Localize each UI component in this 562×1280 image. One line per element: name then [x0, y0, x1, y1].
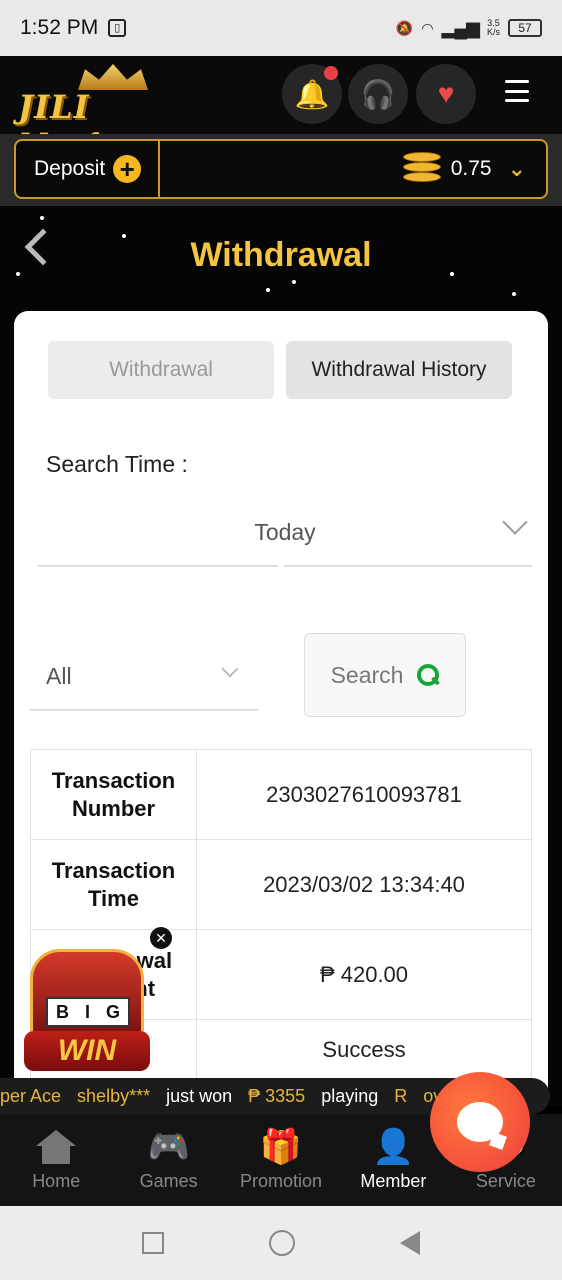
- nav-label: Promotion: [239, 1171, 323, 1191]
- close-icon[interactable]: ✕: [150, 927, 172, 949]
- status-bar: 1:52 PM ▯ 🔕 ◠ ▂▄▆ 3.5 K/s 57: [0, 0, 562, 56]
- tab-bar: Withdrawal Withdrawal History: [48, 341, 512, 399]
- nav-label: Home: [32, 1171, 81, 1191]
- chat-bubble-icon: [457, 1102, 503, 1142]
- time-range-select[interactable]: Today: [38, 501, 532, 567]
- reel-letter: B: [55, 1001, 69, 1022]
- transaction-time-value: 2023/03/02 13:34:40: [196, 839, 532, 930]
- coins-icon: [402, 150, 441, 188]
- recent-apps-icon[interactable]: [142, 1232, 165, 1254]
- tab-withdrawal[interactable]: Withdrawal: [48, 341, 274, 399]
- chat-fab-button[interactable]: [430, 1072, 530, 1172]
- transaction-number-value: 2303027610093781: [196, 749, 532, 840]
- nav-label: Member: [360, 1171, 427, 1191]
- balance-value: 0.75: [450, 157, 492, 180]
- battery-icon: 57: [508, 19, 542, 37]
- home-circle-icon[interactable]: [268, 1230, 295, 1256]
- home-icon: [33, 1127, 79, 1167]
- transaction-number-label: Transaction Number: [30, 749, 197, 840]
- notification-button[interactable]: 🔔: [282, 64, 342, 124]
- favorites-button[interactable]: ♥: [416, 64, 476, 124]
- system-nav-bar: [0, 1206, 562, 1280]
- search-icon: [417, 664, 440, 686]
- ticker-playing: playing: [321, 1085, 379, 1106]
- ticker-amount: ₱ 3355: [248, 1085, 306, 1106]
- slot-reels: B I G: [46, 997, 130, 1027]
- big-win-promo-badge[interactable]: B I G WIN ✕: [24, 927, 172, 1071]
- member-settings-icon: 👤: [372, 1128, 415, 1166]
- type-select[interactable]: All: [30, 641, 258, 711]
- transaction-time-label: Transaction Time: [30, 839, 197, 930]
- mute-notifications-icon: 🔕: [395, 19, 414, 36]
- gamepad-icon: 🎮: [147, 1128, 190, 1166]
- network-speed: 3.5 K/s: [487, 19, 500, 37]
- signal-icon: ▂▄▆: [441, 17, 480, 38]
- ticker-game: R: [394, 1085, 408, 1106]
- table-row: Transaction Number 2303027610093781: [30, 749, 532, 840]
- nav-home[interactable]: Home: [0, 1114, 112, 1206]
- customer-support-button[interactable]: 🎧: [348, 64, 408, 124]
- balance-bar-wrap: Deposit + 0.75 ⌄: [0, 134, 562, 206]
- status-value: Success: [196, 1019, 532, 1080]
- plus-icon: +: [113, 155, 142, 183]
- nav-promotion[interactable]: 🎁 Promotion: [225, 1114, 337, 1206]
- status-icons: 🔕 ◠ ▂▄▆ 3.5 K/s 57: [396, 18, 542, 39]
- ticker-user: shelby***: [77, 1085, 151, 1106]
- type-value: All: [46, 663, 72, 689]
- nav-games[interactable]: 🎮 Games: [112, 1114, 224, 1206]
- back-triangle-icon[interactable]: [399, 1231, 420, 1255]
- deposit-label: Deposit: [34, 157, 106, 180]
- withdrawal-amount-value: ₱ 420.00: [196, 929, 532, 1020]
- headset-icon: 🎧: [360, 78, 396, 110]
- deposit-button[interactable]: Deposit +: [16, 141, 160, 197]
- balance-bar: Deposit + 0.75 ⌄: [14, 139, 548, 199]
- app-header: JILI No.1 🔔 🎧 ♥: [0, 56, 562, 164]
- nav-label: Service: [475, 1171, 536, 1191]
- bell-icon: 🔔: [294, 78, 330, 110]
- search-button[interactable]: Search: [304, 633, 466, 717]
- balance-display[interactable]: 0.75 ⌄: [402, 150, 546, 188]
- chevron-down-icon: [221, 660, 239, 678]
- chevron-down-icon[interactable]: ⌄: [508, 156, 526, 182]
- time-range-value: Today: [254, 519, 316, 545]
- hamburger-menu-icon[interactable]: [505, 80, 529, 102]
- heart-icon: ♥: [437, 78, 455, 109]
- reel-letter: G: [105, 1001, 120, 1022]
- notification-dot: [324, 66, 338, 80]
- reel-letter: I: [84, 1001, 90, 1022]
- page-title: Withdrawal: [190, 236, 372, 274]
- ticker-prev-game: per Ace: [0, 1085, 62, 1106]
- search-button-label: Search: [330, 661, 404, 688]
- gift-icon: 🎁: [259, 1128, 303, 1166]
- sim-icon: ▯: [108, 19, 127, 37]
- status-time: 1:52 PM: [20, 16, 99, 39]
- search-time-label: Search Time :: [46, 451, 188, 477]
- wifi-icon: ◠: [421, 19, 434, 36]
- tab-withdrawal-history[interactable]: Withdrawal History: [286, 341, 512, 399]
- ticker-just-won: just won: [166, 1085, 233, 1106]
- table-row: Transaction Time 2023/03/02 13:34:40: [30, 839, 532, 930]
- win-text: WIN: [24, 1031, 150, 1071]
- crown-icon: [78, 64, 148, 90]
- brand-logo[interactable]: JILI No.1: [18, 64, 188, 164]
- network-speed-unit: K/s: [486, 27, 500, 37]
- nav-label: Games: [139, 1171, 198, 1191]
